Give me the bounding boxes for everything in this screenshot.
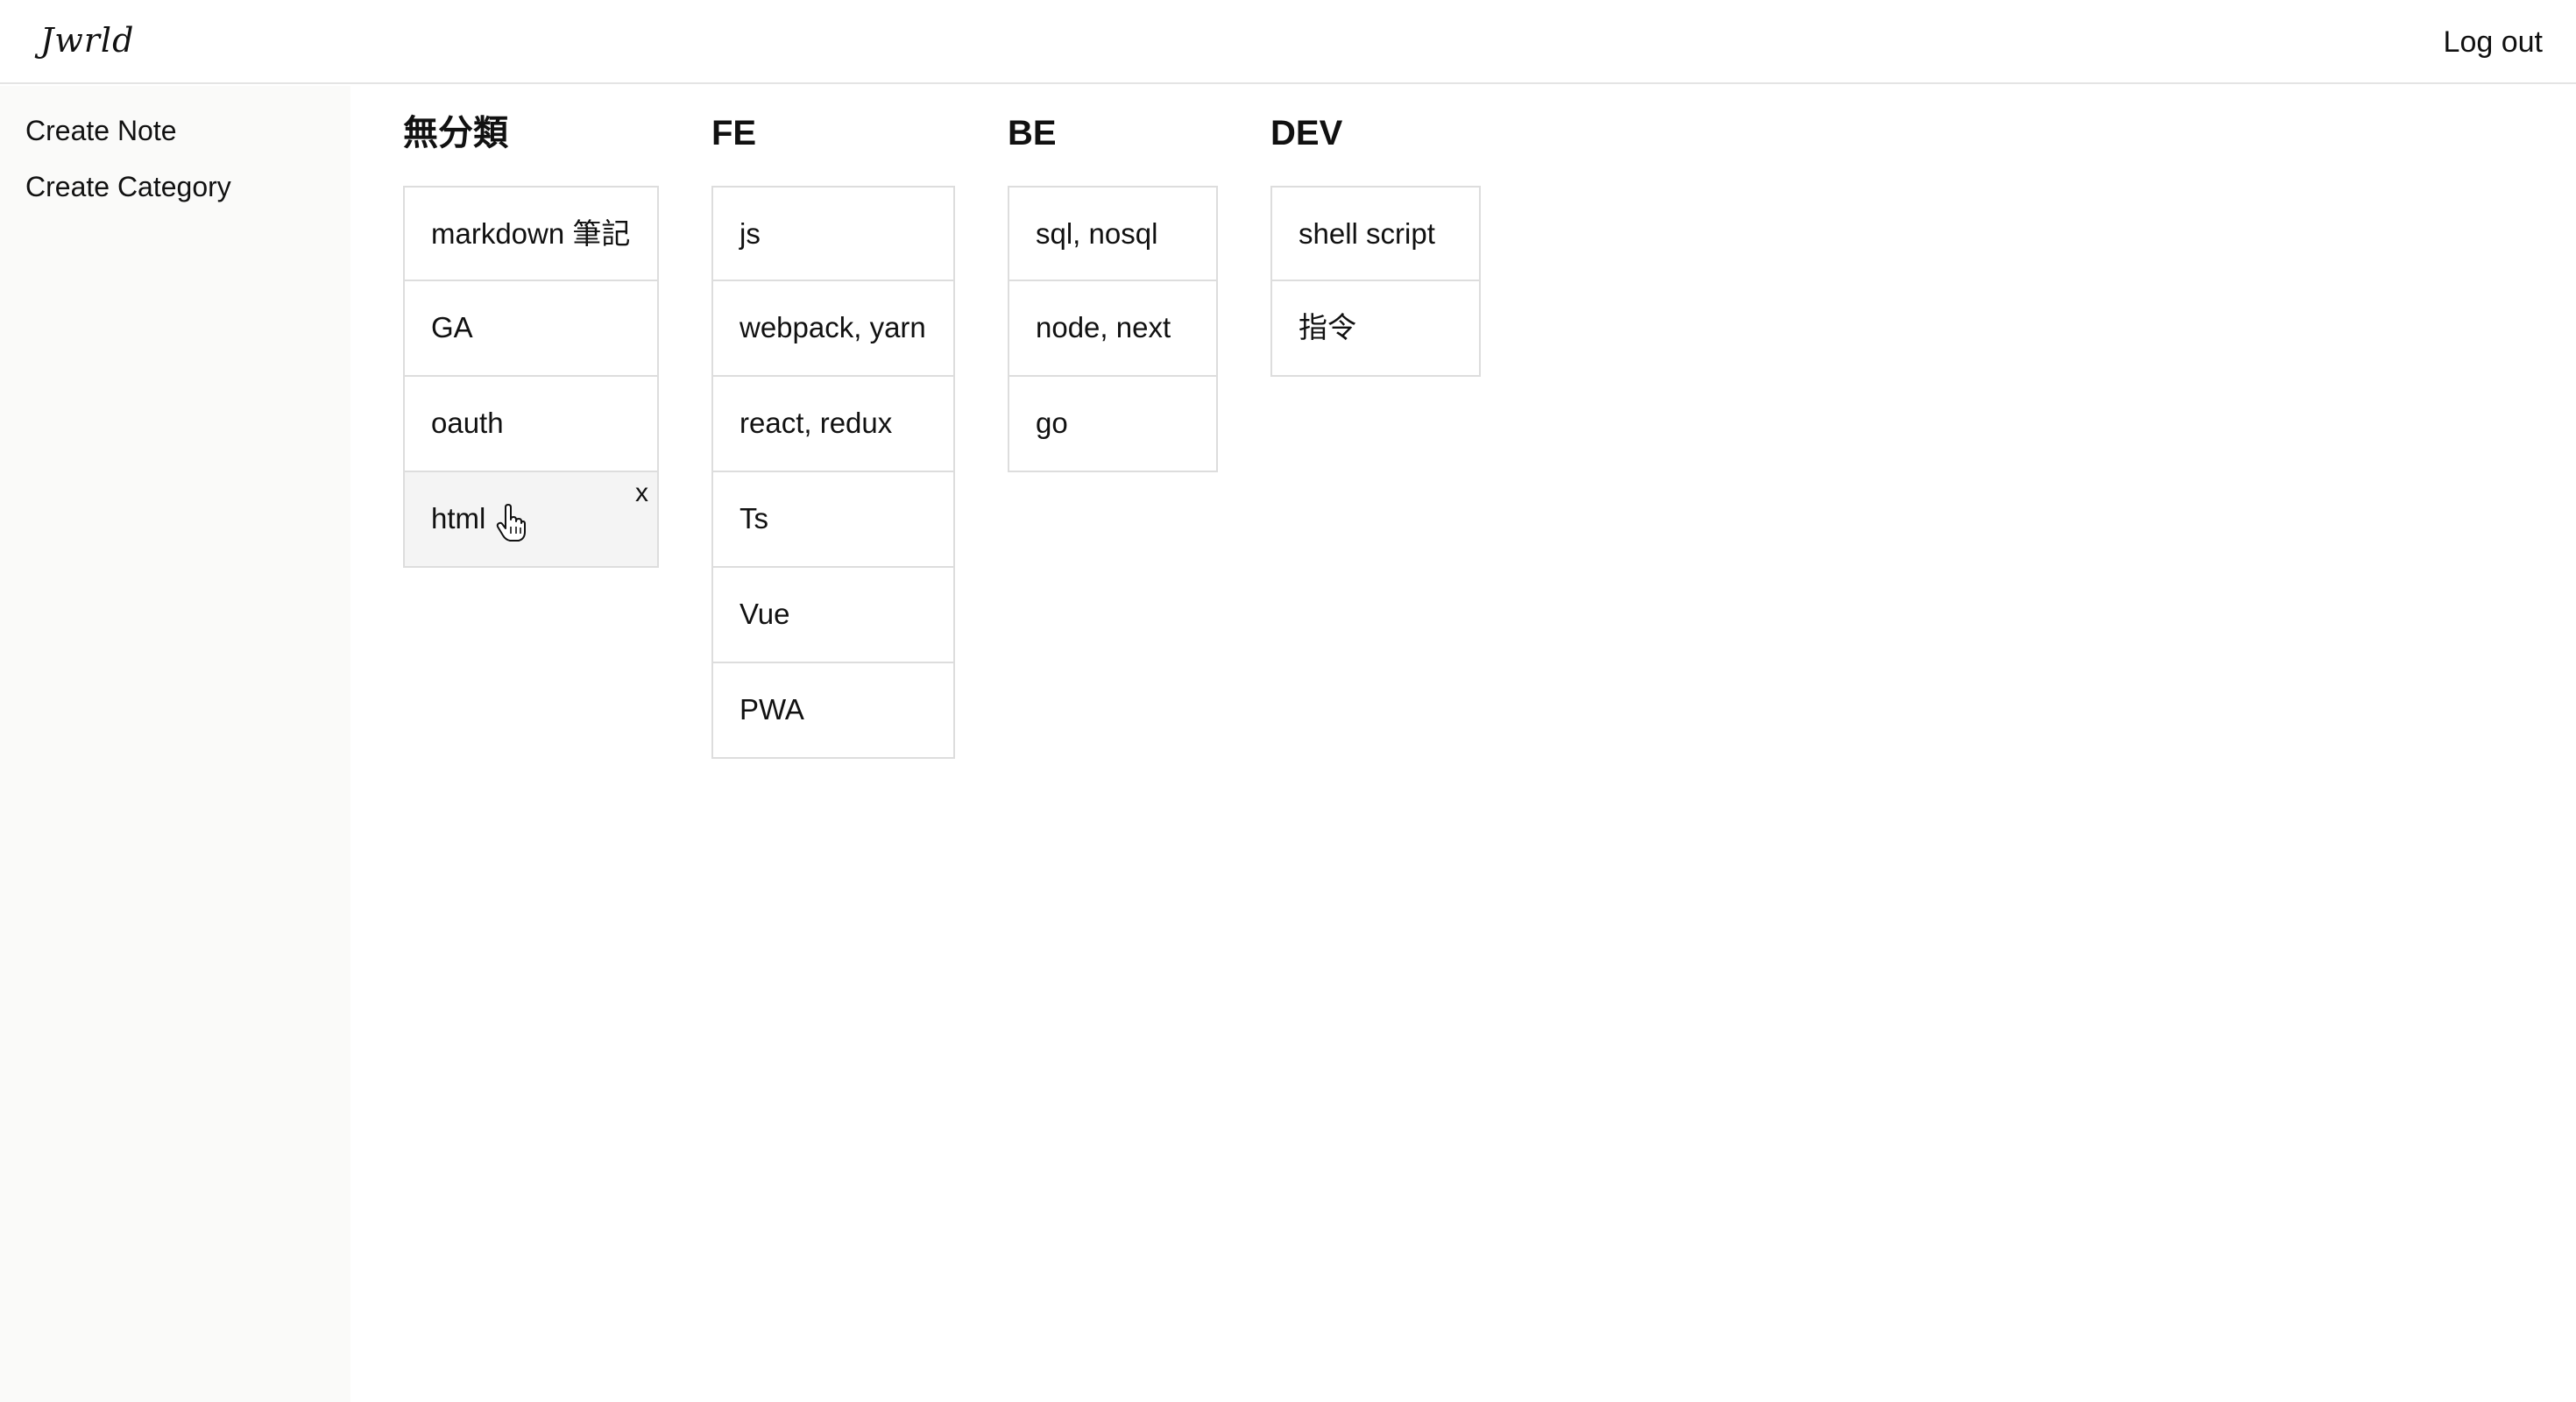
- note-title: webpack, yarn: [740, 311, 926, 343]
- category-title: DEV: [1270, 114, 1343, 152]
- note-title: oauth: [431, 407, 504, 439]
- category-title: FE: [711, 114, 757, 152]
- logout-button[interactable]: Log out: [2444, 16, 2543, 68]
- note-list: js webpack, yarn react, redux Ts Vue PWA: [711, 186, 955, 759]
- note-item[interactable]: oauth: [405, 375, 657, 471]
- note-title: 指令: [1299, 311, 1356, 343]
- note-title: go: [1036, 407, 1068, 439]
- note-title: html: [431, 502, 486, 535]
- category-title: 無分類: [403, 114, 508, 152]
- note-title: Vue: [740, 598, 790, 630]
- note-title: js: [740, 217, 761, 250]
- note-item[interactable]: react, redux: [713, 375, 953, 471]
- category-title: BE: [1008, 114, 1057, 152]
- note-item[interactable]: sql, nosql: [1009, 188, 1216, 280]
- delete-note-button[interactable]: x: [635, 478, 648, 509]
- note-item[interactable]: webpack, yarn: [713, 280, 953, 375]
- note-title: Ts: [740, 502, 768, 535]
- app-logo[interactable]: Jwrld: [40, 14, 134, 67]
- note-item[interactable]: markdown 筆記: [405, 188, 657, 280]
- note-title: sql, nosql: [1036, 217, 1158, 250]
- note-title: PWA: [740, 693, 804, 726]
- create-note-link[interactable]: Create Note: [25, 109, 177, 152]
- note-title: markdown 筆記: [431, 217, 631, 250]
- hand-pointer-icon: [496, 504, 526, 542]
- note-item[interactable]: js: [713, 188, 953, 280]
- note-item[interactable]: 指令: [1272, 280, 1479, 375]
- notes-app: Jwrld Log out Create Note Create Categor…: [0, 0, 2576, 1402]
- top-header: Jwrld Log out: [0, 0, 2576, 84]
- note-title: react, redux: [740, 407, 893, 439]
- note-item-hovered[interactable]: html x: [405, 471, 657, 566]
- note-list: shell script 指令: [1270, 186, 1481, 377]
- create-category-link[interactable]: Create Category: [25, 165, 231, 209]
- note-item[interactable]: go: [1009, 375, 1216, 471]
- note-title: node, next: [1036, 311, 1171, 343]
- note-item[interactable]: shell script: [1272, 188, 1479, 280]
- note-list: markdown 筆記 GA oauth html x: [403, 186, 659, 568]
- note-title: GA: [431, 311, 473, 343]
- note-item[interactable]: node, next: [1009, 280, 1216, 375]
- note-list: sql, nosql node, next go: [1008, 186, 1218, 472]
- note-item[interactable]: Vue: [713, 566, 953, 662]
- note-item[interactable]: Ts: [713, 471, 953, 566]
- note-item[interactable]: PWA: [713, 662, 953, 757]
- note-title: shell script: [1299, 217, 1435, 250]
- note-item[interactable]: GA: [405, 280, 657, 375]
- sidebar: Create Note Create Category: [0, 86, 350, 1402]
